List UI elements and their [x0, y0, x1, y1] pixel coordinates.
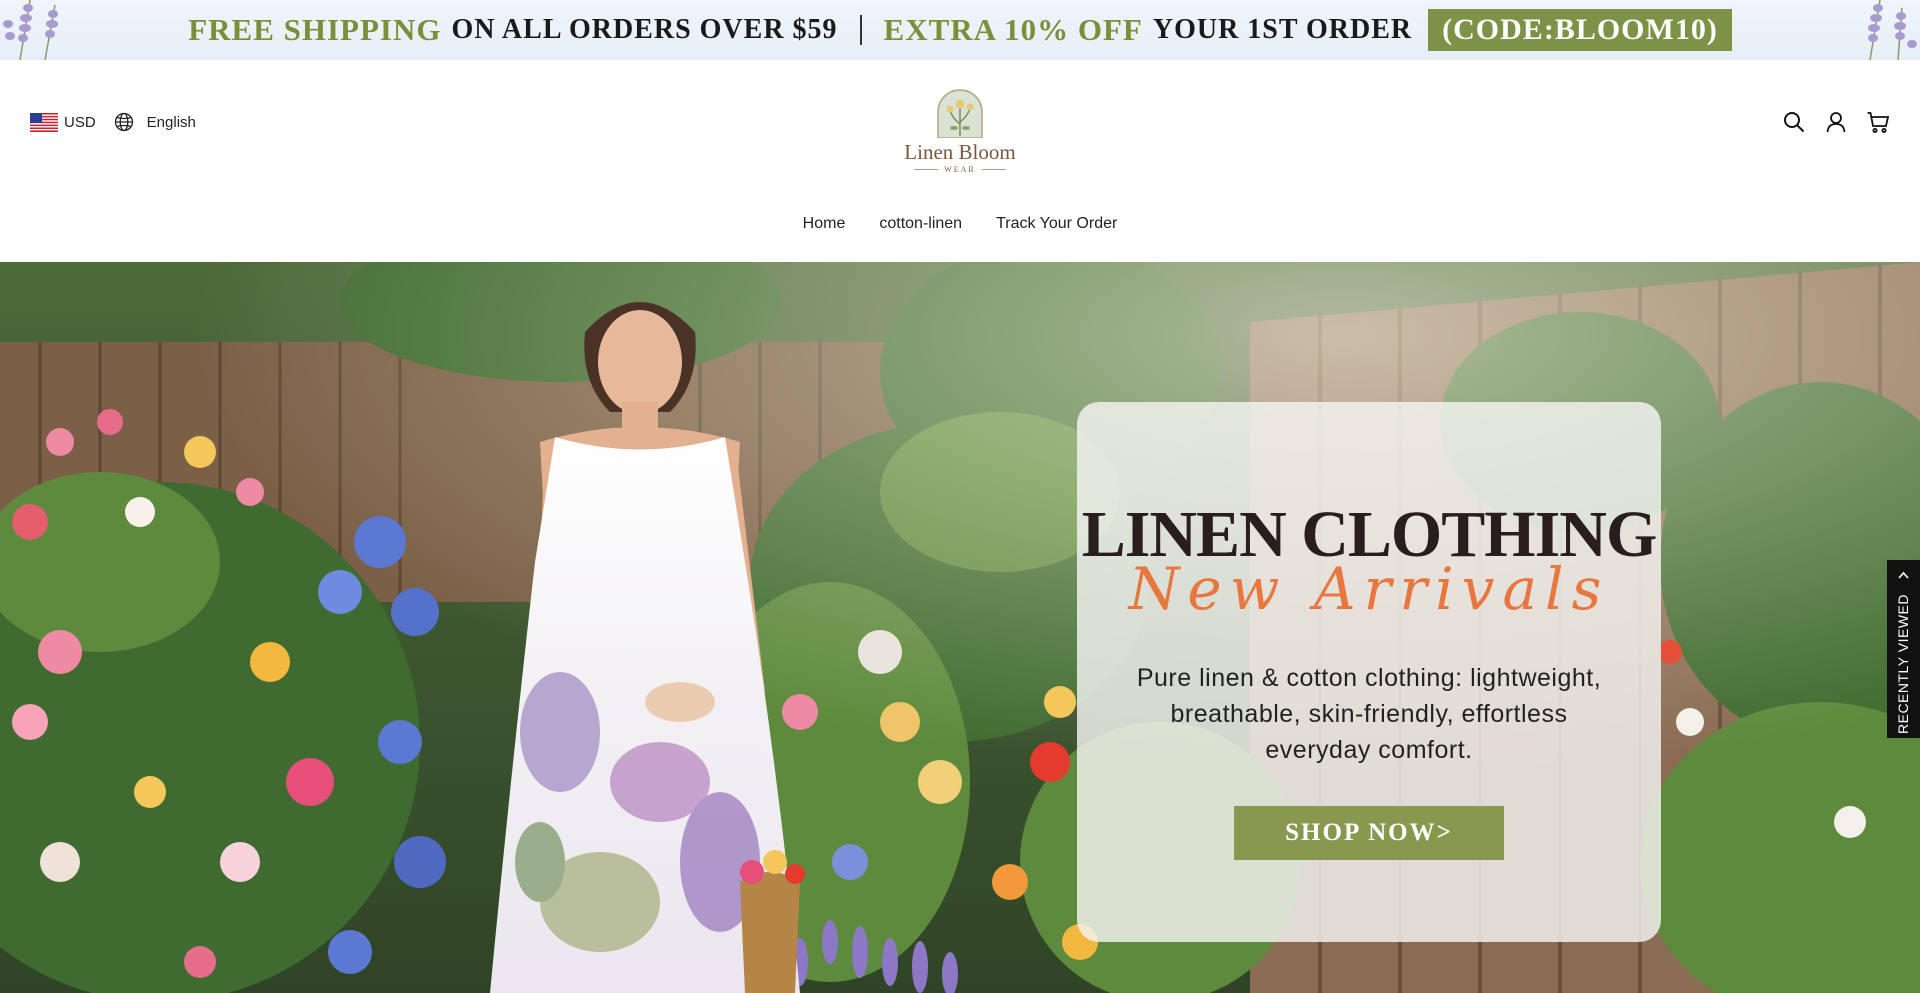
flower-arch-logo-icon	[937, 89, 983, 138]
nav-item-home[interactable]: Home	[803, 215, 846, 233]
header-actions	[1782, 110, 1890, 134]
shop-now-button[interactable]: SHOP NOW>	[1234, 806, 1504, 860]
brand-tagline: WEAR	[900, 165, 1020, 174]
hero-subtitle: New Arrivals	[1128, 555, 1610, 623]
hero-description: Pure linen & cotton clothing: lightweigh…	[1136, 664, 1602, 764]
currency-selector[interactable]: USD	[64, 114, 96, 131]
promo-code-badge: (CODE:BLOOM10)	[1428, 9, 1732, 51]
recently-viewed-label: RECENTLY VIEWED	[1895, 593, 1911, 735]
free-shipping-text: FREE SHIPPING	[188, 12, 442, 47]
lavender-decoration-icon	[1868, 0, 1917, 60]
nav-item-cotton-linen[interactable]: cotton-linen	[879, 215, 962, 233]
shipping-threshold-text: ON ALL ORDERS OVER $59	[451, 14, 838, 45]
account-icon[interactable]	[1824, 110, 1848, 134]
lavender-decoration-icon	[3, 0, 58, 60]
cart-icon[interactable]	[1866, 110, 1890, 134]
discount-text: EXTRA 10% OFF	[883, 12, 1143, 47]
chevron-up-icon	[1898, 571, 1909, 579]
globe-icon[interactable]	[114, 112, 134, 132]
brand-logo[interactable]: Linen Bloom WEAR	[900, 88, 1020, 176]
search-icon[interactable]	[1782, 110, 1806, 134]
nav-item-track-order[interactable]: Track Your Order	[996, 215, 1117, 233]
language-selector[interactable]: English	[147, 114, 196, 131]
first-order-text: YOUR 1ST ORDER	[1152, 14, 1413, 45]
us-flag-icon	[30, 112, 58, 132]
main-navigation: Home cotton-linen Track Your Order	[0, 215, 1920, 233]
announcement-bar: FREE SHIPPING ON ALL ORDERS OVER $59 EXT…	[0, 0, 1920, 60]
hero-promo-card: LINEN CLOTHING New Arrivals Pure linen &…	[1077, 402, 1661, 942]
locale-selector: USD English	[30, 112, 196, 132]
recently-viewed-tab[interactable]: RECENTLY VIEWED	[1887, 560, 1920, 738]
hero-banner: LINEN CLOTHING New Arrivals Pure linen &…	[0, 262, 1920, 993]
brand-name: Linen Bloom	[904, 140, 1016, 164]
site-header: USD English Linen Bloom WEAR Home cotton…	[0, 60, 1920, 262]
announcement-divider	[859, 15, 862, 45]
